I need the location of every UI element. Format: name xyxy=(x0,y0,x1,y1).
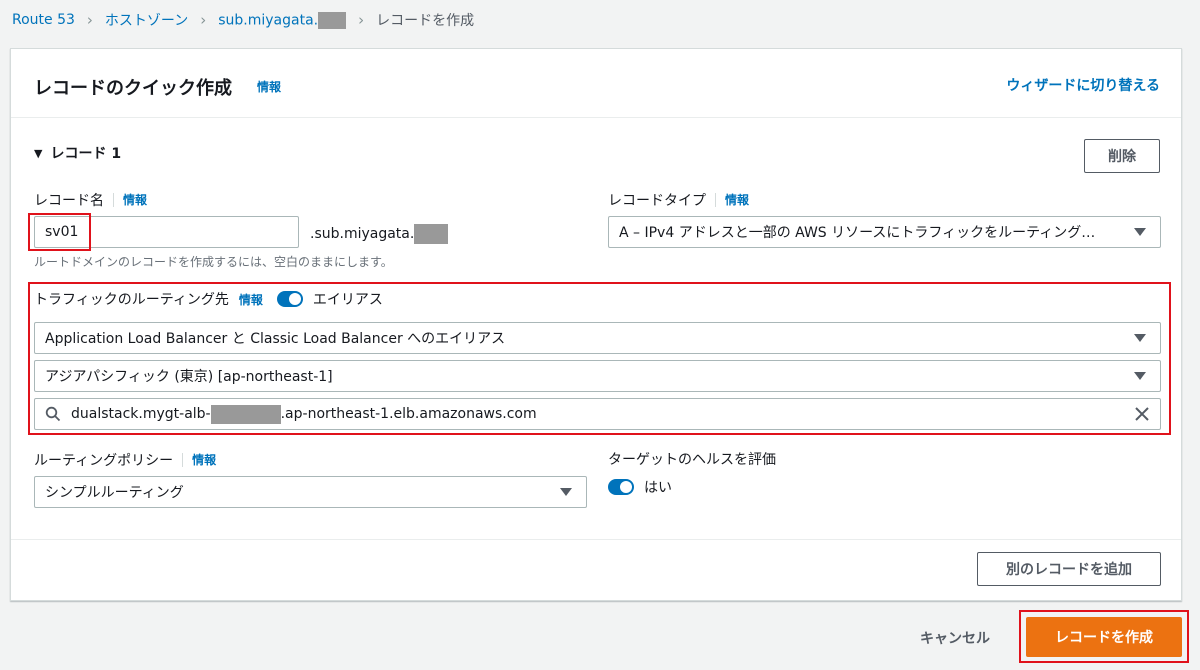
breadcrumb-current: レコードを作成 xyxy=(376,13,475,29)
delete-button[interactable]: 削除 xyxy=(1084,139,1160,173)
panel-header: レコードのクイック作成 情報 ウィザードに切り替える xyxy=(11,49,1181,118)
divider xyxy=(11,539,1181,540)
record-type-select[interactable]: A – IPv4 アドレスと一部の AWS リソースにトラフィックをルーティング… xyxy=(608,216,1161,248)
close-icon[interactable] xyxy=(1134,406,1150,422)
redacted-block xyxy=(414,224,449,244)
highlight-frame-name xyxy=(28,213,91,251)
breadcrumb-zone[interactable]: sub.miyagata. xyxy=(218,11,347,29)
record-section-label: レコード 1 xyxy=(50,146,122,162)
chevron-right-icon: › xyxy=(200,11,207,29)
cancel-button[interactable]: キャンセル xyxy=(920,628,990,648)
region-value: アジアパシフィック (東京) [ap-northeast-1] xyxy=(45,369,333,385)
record-type-value: A – IPv4 アドレスと一部の AWS リソースにトラフィックをルーティング… xyxy=(619,225,1096,241)
routing-target-label-text: トラフィックのルーティング先 xyxy=(34,292,229,308)
switch-to-wizard-link[interactable]: ウィザードに切り替える xyxy=(1006,75,1160,95)
routing-policy-value: シンプルルーティング xyxy=(45,485,184,501)
breadcrumb: Route 53 › ホストゾーン › sub.miyagata. › レコード… xyxy=(12,10,474,30)
record-name-help: ルートドメインのレコードを作成するには、空白のままにします。 xyxy=(34,255,393,269)
caret-down-icon xyxy=(1134,228,1146,236)
record-name-info-link[interactable]: 情報 xyxy=(113,193,147,207)
domain-suffix-text: .sub.miyagata. xyxy=(310,226,415,242)
record-type-label: レコードタイプ 情報 xyxy=(608,190,749,210)
caret-down-icon xyxy=(1134,334,1146,342)
routing-target-label: トラフィックのルーティング先 情報 エイリアス xyxy=(34,289,383,309)
record-name-label-text: レコード名 xyxy=(34,193,104,209)
caret-down-icon xyxy=(560,488,572,496)
chevron-right-icon: › xyxy=(358,11,365,29)
routing-policy-select[interactable]: シンプルルーティング xyxy=(34,476,587,508)
routing-policy-label-text: ルーティングポリシー xyxy=(34,453,174,469)
routing-policy-info-link[interactable]: 情報 xyxy=(182,453,216,467)
record-type-info-link[interactable]: 情報 xyxy=(715,193,749,207)
endpoint-value: Application Load Balancer と Classic Load… xyxy=(45,331,506,347)
redacted-block xyxy=(318,11,347,29)
domain-suffix: .sub.miyagata. xyxy=(310,224,449,244)
health-toggle[interactable] xyxy=(608,479,634,495)
caret-down-icon xyxy=(1134,372,1146,380)
record-name-label: レコード名 情報 xyxy=(34,190,147,210)
load-balancer-search-input[interactable]: dualstack.mygt-alb- .ap-northeast-1.elb.a… xyxy=(34,398,1161,430)
record-section-toggle[interactable]: ▼ レコード 1 xyxy=(34,143,121,163)
add-record-button[interactable]: 別のレコードを追加 xyxy=(977,552,1161,586)
routing-target-info-link[interactable]: 情報 xyxy=(239,291,263,308)
page-title: レコードのクイック作成 xyxy=(34,78,232,99)
health-label: ターゲットのヘルスを評価 xyxy=(608,452,776,468)
title-info-link[interactable]: 情報 xyxy=(257,78,281,95)
redacted-block xyxy=(210,404,281,424)
region-select[interactable]: アジアパシフィック (東京) [ap-northeast-1] xyxy=(34,360,1161,392)
routing-policy-label: ルーティングポリシー 情報 xyxy=(34,450,216,470)
endpoint-select[interactable]: Application Load Balancer と Classic Load… xyxy=(34,322,1161,354)
health-toggle-row: はい xyxy=(608,477,672,497)
load-balancer-prefix: dualstack.mygt-alb- xyxy=(71,406,211,422)
load-balancer-suffix: .ap-northeast-1.elb.amazonaws.com xyxy=(280,406,537,422)
breadcrumb-route53[interactable]: Route 53 xyxy=(12,12,75,28)
breadcrumb-zone-label[interactable]: sub.miyagata. xyxy=(218,12,318,28)
caret-down-icon: ▼ xyxy=(34,146,43,160)
create-record-button[interactable]: レコードを作成 xyxy=(1026,617,1182,657)
alias-label: エイリアス xyxy=(312,292,383,308)
chevron-right-icon: › xyxy=(86,11,93,29)
breadcrumb-hosted-zones[interactable]: ホストゾーン xyxy=(105,10,188,30)
search-icon xyxy=(45,406,61,422)
record-type-label-text: レコードタイプ xyxy=(608,193,706,209)
health-value: はい xyxy=(644,480,672,496)
alias-toggle[interactable] xyxy=(276,291,303,307)
quick-create-panel: レコードのクイック作成 情報 ウィザードに切り替える ▼ レコード 1 削除 レ… xyxy=(10,48,1182,601)
